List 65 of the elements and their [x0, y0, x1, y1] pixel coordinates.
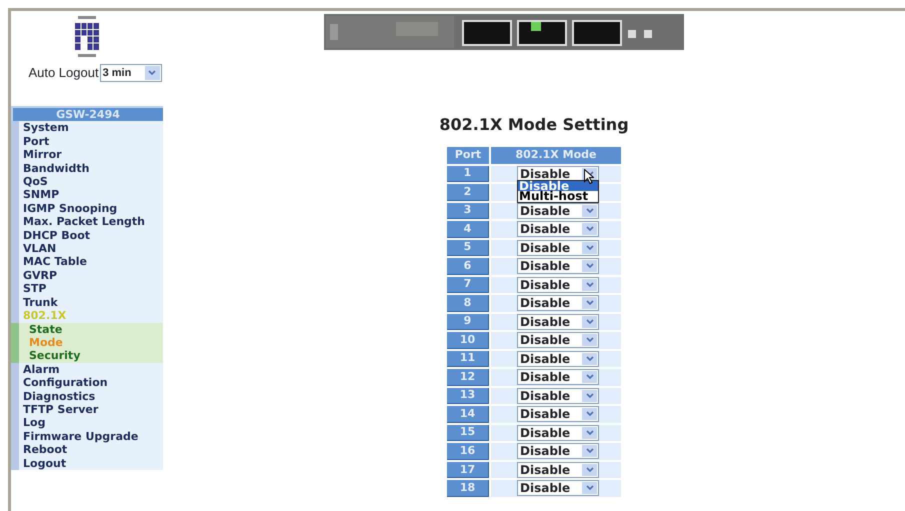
mode-select[interactable]: Disable: [517, 424, 599, 441]
port-cell: 9: [447, 314, 489, 330]
port-cell: 4: [447, 221, 489, 238]
sidebar-item[interactable]: IGMP Snooping: [11, 202, 163, 216]
sidebar-item[interactable]: Max. Packet Length: [11, 215, 163, 229]
port-cell: 16: [447, 443, 489, 460]
sidebar-item[interactable]: System: [11, 121, 163, 135]
sidebar-title: GSW-2494: [11, 106, 163, 122]
sidebar-item[interactable]: SNMP: [11, 188, 163, 202]
sidebar-item[interactable]: Log: [11, 416, 163, 430]
sidebar-item[interactable]: Logout: [11, 456, 163, 470]
port-cell: 10: [447, 332, 489, 349]
sidebar-item[interactable]: Diagnostics: [11, 390, 163, 403]
sidebar-item[interactable]: Configuration: [11, 376, 163, 390]
auto-logout-select[interactable]: 3 min: [100, 64, 162, 82]
sidebar-item[interactable]: STP: [11, 282, 163, 296]
mode-select[interactable]: Disable: [517, 350, 599, 367]
port-cell: 5: [447, 240, 489, 256]
sidebar-item[interactable]: MAC Table: [11, 255, 163, 269]
port-cell: 1: [447, 166, 489, 182]
mode-select[interactable]: Disable: [517, 406, 599, 422]
sidebar-item[interactable]: Firmware Upgrade: [11, 430, 163, 444]
sidebar-item[interactable]: State: [11, 322, 163, 336]
sidebar-item[interactable]: GVRP: [11, 268, 163, 282]
port-cell: 7: [447, 276, 489, 294]
mode-select[interactable]: Disable: [517, 332, 599, 348]
mode-select[interactable]: Disable: [517, 369, 599, 386]
mode-select[interactable]: Disable: [517, 240, 599, 256]
auto-logout-label: Auto Logout: [28, 64, 99, 82]
mode-select[interactable]: Disable: [517, 221, 599, 238]
column-header: 802.1X Mode: [491, 147, 621, 164]
sidebar-item[interactable]: Trunk: [11, 296, 163, 310]
sidebar-item[interactable]: VLAN: [11, 242, 163, 256]
mode-select[interactable]: Disable: [517, 480, 599, 496]
mode-select[interactable]: Disable: [517, 258, 599, 274]
port-cell: 2: [447, 184, 489, 201]
page-title: 802.1X Mode Setting: [439, 114, 629, 136]
sidebar-item[interactable]: Port: [11, 134, 163, 148]
port-cell: 14: [447, 406, 489, 423]
sidebar-item[interactable]: Reboot: [11, 443, 163, 457]
mode-select[interactable]: Disable: [517, 295, 599, 312]
sidebar-item[interactable]: QoS: [11, 175, 163, 188]
sidebar-item[interactable]: DHCP Boot: [11, 228, 163, 242]
port-cell: 6: [447, 258, 489, 275]
port-cell: 15: [447, 424, 489, 442]
port-cell: 8: [447, 295, 489, 312]
mode-select[interactable]: Disable: [517, 388, 599, 404]
port-cell: 18: [447, 480, 489, 497]
mode-select[interactable]: Disable: [517, 314, 599, 330]
port-cell: 12: [447, 369, 489, 386]
sidebar-item[interactable]: Bandwidth: [11, 162, 163, 176]
sidebar-item[interactable]: Mirror: [11, 148, 163, 162]
mode-select[interactable]: Disable: [517, 276, 599, 293]
mode-select[interactable]: Disable: [517, 443, 599, 460]
port-cell: 11: [447, 350, 489, 368]
sidebar-item[interactable]: Security: [11, 349, 163, 363]
port-cell: 13: [447, 388, 489, 404]
sidebar-item[interactable]: TFTP Server: [11, 402, 163, 416]
mode-select[interactable]: Disable: [517, 462, 599, 478]
port-cell: 3: [447, 202, 489, 220]
mode-select[interactable]: Disable: [517, 202, 599, 219]
column-header: Port: [447, 147, 489, 164]
sidebar-item[interactable]: Alarm: [11, 362, 163, 376]
dropdown-option[interactable]: Disable: [518, 180, 598, 191]
port-cell: 17: [447, 462, 489, 478]
